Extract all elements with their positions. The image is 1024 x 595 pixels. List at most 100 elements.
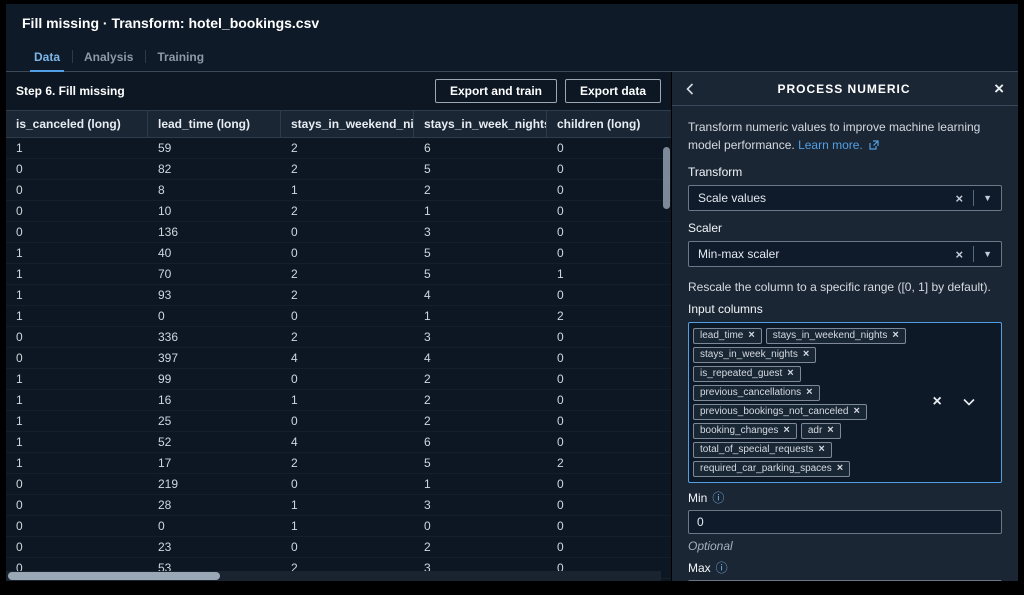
clear-all-icon[interactable]: × [933, 393, 942, 411]
learn-more-link[interactable]: Learn more. [798, 138, 863, 152]
table-cell: 4 [424, 351, 431, 365]
column-chip: previous_cancellations × [693, 384, 820, 401]
tab-data[interactable]: Data [22, 42, 72, 72]
column-chip-label: is_repeated_guest [700, 368, 783, 380]
table-cell: 1 [291, 183, 298, 197]
transform-select[interactable]: Scale values × ▼ [688, 185, 1002, 211]
horizontal-scrollbar[interactable] [6, 571, 661, 581]
table-row[interactable]: 1 59 2 6 0 [6, 138, 671, 159]
table-cell: 1 [16, 414, 23, 428]
table-cell: 0 [557, 225, 564, 239]
column-chip: lead_time × [693, 327, 762, 344]
table-cell: 5 [424, 246, 431, 260]
export-data-button[interactable]: Export data [564, 79, 661, 103]
table-header: is_canceled (long) lead_time (long) stays_… [6, 110, 671, 138]
transform-clear-icon[interactable]: × [945, 191, 973, 206]
table-row[interactable]: 1 25 0 2 0 [6, 411, 671, 432]
column-header[interactable]: is_canceled (long) [6, 111, 148, 137]
table-cell: 1 [557, 267, 564, 281]
column-chip-label: stays_in_weekend_nights [772, 330, 888, 342]
table-row[interactable]: 0 23 0 2 0 [6, 537, 671, 558]
min-optional-label: Optional [688, 538, 733, 553]
input-columns-multiselect[interactable]: lead_time × stays_in_weekend_nights × stays_… [688, 321, 1002, 483]
table-cell: 1 [16, 288, 23, 302]
column-header[interactable]: stays_in_weekend_nig... [281, 111, 414, 137]
table-cell: 0 [16, 225, 23, 239]
max-label-row: Max ⓘ [688, 561, 1002, 575]
info-icon[interactable]: ⓘ [716, 562, 728, 574]
vertical-scrollbar-thumb[interactable] [663, 147, 670, 209]
table-row[interactable]: 0 8 1 2 0 [6, 180, 671, 201]
table-row[interactable]: 1 52 4 6 0 [6, 432, 671, 453]
table-row[interactable]: 0 397 4 4 0 [6, 348, 671, 369]
table-row[interactable]: 0 10 2 1 0 [6, 201, 671, 222]
column-chip-label: stays_in_week_nights [700, 349, 798, 361]
table-row[interactable]: 1 70 2 5 1 [6, 264, 671, 285]
data-table: is_canceled (long) lead_time (long) stays_… [6, 110, 671, 581]
scaler-clear-icon[interactable]: × [945, 247, 973, 262]
table-row[interactable]: 0 219 0 1 0 [6, 474, 671, 495]
horizontal-scrollbar-thumb[interactable] [8, 572, 220, 580]
table-cell: 2 [557, 456, 564, 470]
column-header[interactable]: stays_in_week_nights ... [414, 111, 547, 137]
chip-remove-icon[interactable]: × [787, 368, 793, 379]
table-row[interactable]: 0 0 1 0 0 [6, 516, 671, 537]
chip-remove-icon[interactable]: × [783, 425, 789, 436]
chip-remove-icon[interactable]: × [837, 463, 843, 474]
chip-remove-icon[interactable]: × [806, 387, 812, 398]
table-cell: 219 [158, 477, 179, 491]
close-icon[interactable]: × [994, 80, 1004, 97]
scaler-select-value: Min-max scaler [698, 247, 780, 261]
min-label-row: Min ⓘ [688, 491, 1002, 505]
table-cell: 2 [291, 267, 298, 281]
table-cell: 0 [16, 540, 23, 554]
table-row[interactable]: 1 99 0 2 0 [6, 369, 671, 390]
transform-caret-icon[interactable]: ▼ [974, 193, 1001, 203]
column-chip-label: total_of_special_requests [700, 444, 814, 456]
table-row[interactable]: 0 336 2 3 0 [6, 327, 671, 348]
tab-training[interactable]: Training [145, 42, 216, 71]
table-cell: 5 [424, 267, 431, 281]
min-input[interactable] [688, 509, 1002, 534]
info-icon[interactable]: ⓘ [712, 492, 724, 504]
vertical-scrollbar[interactable] [662, 139, 670, 569]
table-cell: 0 [291, 477, 298, 491]
table-cell: 0 [557, 498, 564, 512]
table-row[interactable]: 1 93 2 4 0 [6, 285, 671, 306]
chevron-down-icon[interactable] [963, 398, 976, 406]
table-cell: 1 [16, 372, 23, 386]
table-cell: 10 [158, 204, 172, 218]
table-cell: 6 [424, 435, 431, 449]
table-row[interactable]: 1 40 0 5 0 [6, 243, 671, 264]
table-cell: 1 [16, 393, 23, 407]
table-row[interactable]: 1 0 0 1 2 [6, 306, 671, 327]
export-and-train-button[interactable]: Export and train [434, 79, 557, 103]
chip-remove-icon[interactable]: × [853, 406, 859, 417]
tab-analysis[interactable]: Analysis [72, 42, 145, 71]
transform-select-value: Scale values [698, 191, 767, 205]
table-cell: 1 [424, 477, 431, 491]
table-row[interactable]: 0 136 0 3 0 [6, 222, 671, 243]
table-cell: 0 [557, 204, 564, 218]
max-input[interactable] [688, 579, 1002, 581]
table-row[interactable]: 0 28 1 3 0 [6, 495, 671, 516]
table-row[interactable]: 1 17 2 5 2 [6, 453, 671, 474]
chip-remove-icon[interactable]: × [803, 349, 809, 360]
table-cell: 1 [291, 498, 298, 512]
table-cell: 1 [16, 267, 23, 281]
table-row[interactable]: 1 16 1 2 0 [6, 390, 671, 411]
column-chip: stays_in_week_nights × [693, 346, 817, 363]
table-cell: 6 [424, 141, 431, 155]
table-cell: 0 [16, 183, 23, 197]
scaler-select[interactable]: Min-max scaler × ▼ [688, 241, 1002, 267]
back-chevron-icon[interactable] [686, 82, 694, 95]
chip-remove-icon[interactable]: × [827, 425, 833, 436]
table-cell: 70 [158, 267, 172, 281]
column-header[interactable]: lead_time (long) [148, 111, 281, 137]
column-header[interactable]: children (long) [547, 111, 671, 137]
scaler-caret-icon[interactable]: ▼ [974, 249, 1001, 259]
chip-remove-icon[interactable]: × [748, 330, 754, 341]
table-row[interactable]: 0 82 2 5 0 [6, 159, 671, 180]
chip-remove-icon[interactable]: × [818, 444, 824, 455]
chip-remove-icon[interactable]: × [892, 330, 898, 341]
